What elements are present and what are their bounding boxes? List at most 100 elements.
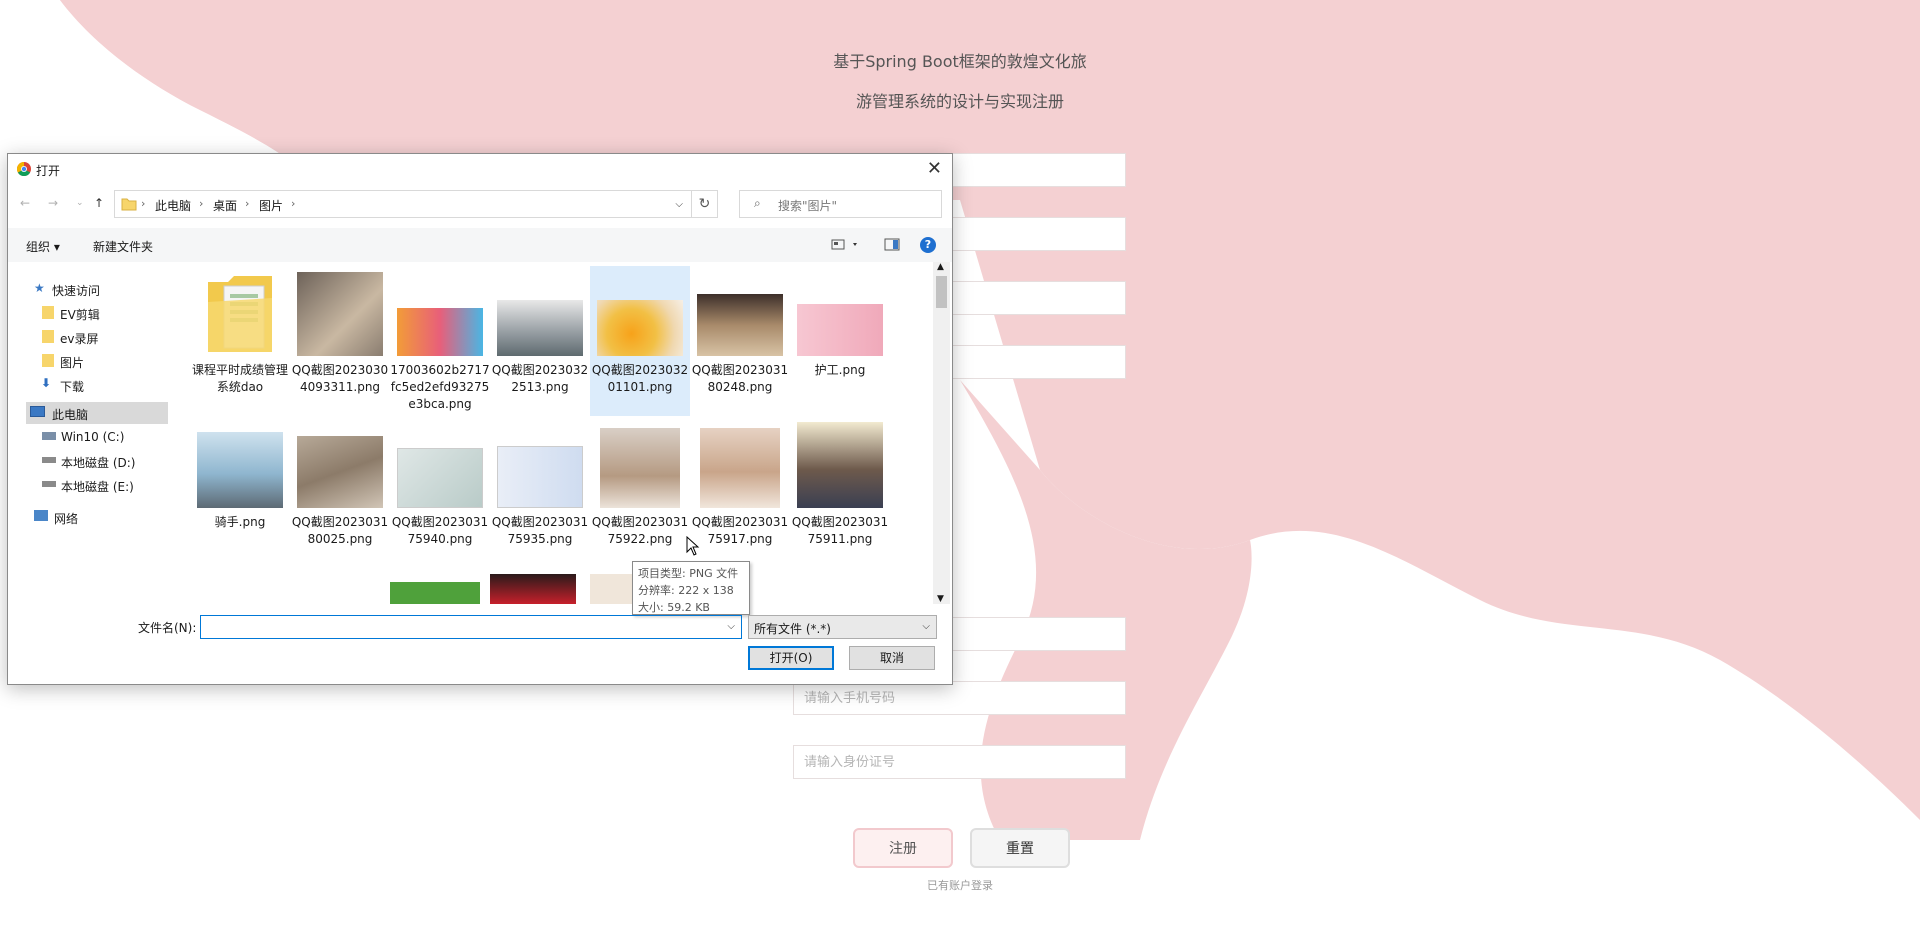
computer-icon (30, 406, 45, 417)
view-options-icon[interactable] (831, 239, 861, 251)
navigation-pane: ★ 快速访问 EV剪辑 ev录屏 图片 ⬇ 下载 此电脑 Win10 (C:) (8, 266, 168, 604)
file-name: QQ截图202303175940.png (391, 515, 489, 546)
image-thumbnail[interactable] (390, 582, 480, 604)
open-button[interactable]: 打开(O) (748, 646, 834, 670)
recent-chevron-icon[interactable]: ⌄ (76, 198, 84, 208)
image-thumbnail[interactable] (490, 574, 576, 604)
file-tooltip: 项目类型: PNG 文件 分辨率: 222 x 138 大小: 59.2 KB (632, 561, 750, 615)
download-icon: ⬇ (41, 376, 52, 390)
up-icon[interactable]: ↑ (94, 196, 104, 210)
phone-input[interactable] (793, 681, 1126, 715)
close-icon[interactable]: ✕ (927, 158, 942, 179)
nav-drive-d[interactable]: 本地磁盘 (D:) (8, 450, 168, 472)
file-name: 课程平时成绩管理系统dao (191, 363, 288, 394)
folder-icon (121, 198, 137, 211)
breadcrumb-desktop[interactable]: 桌面 (213, 197, 237, 214)
network-icon (34, 510, 48, 521)
scroll-thumb[interactable] (936, 276, 947, 308)
file-item[interactable]: QQ截图202303180025.png (290, 424, 390, 548)
image-thumbnail (297, 272, 383, 356)
search-placeholder: 搜索"图片" (778, 199, 838, 213)
file-open-dialog: 打开 ✕ ← → ⌄ ↑ › 此电脑 › 桌面 › 图片 › ⌵ ↻ ⌕ 搜索"… (7, 153, 953, 685)
cancel-button[interactable]: 取消 (849, 646, 935, 670)
file-name: QQ截图202303180248.png (691, 363, 789, 394)
file-item[interactable]: 骑手.png (190, 424, 290, 531)
scroll-up-icon[interactable]: ▲ (937, 262, 944, 272)
image-thumbnail (297, 436, 383, 508)
file-name: QQ截图202303175935.png (491, 515, 589, 546)
vertical-scrollbar[interactable]: ▲ ▼ (933, 262, 950, 604)
drive-icon (42, 457, 56, 463)
address-bar[interactable]: › 此电脑 › 桌面 › 图片 › ⌵ (114, 190, 692, 218)
image-thumbnail (197, 432, 283, 508)
file-name: QQ截图202303175911.png (791, 515, 889, 546)
dialog-toolbar: 组织 ▾ 新建文件夹 ? (8, 228, 952, 262)
search-icon: ⌕ (754, 196, 761, 210)
image-thumbnail (397, 308, 483, 356)
chevron-down-icon[interactable]: ⌵ (727, 621, 735, 632)
address-row: ← → ⌄ ↑ › 此电脑 › 桌面 › 图片 › ⌵ ↻ ⌕ 搜索"图片" (8, 188, 952, 220)
image-thumbnail (597, 300, 683, 356)
image-thumbnail (700, 428, 780, 508)
reset-button[interactable]: 重置 (970, 828, 1070, 868)
filename-input[interactable]: ⌵ (200, 615, 742, 639)
file-name: 17003602b2717fc5ed2efd93275e3bca.png (390, 363, 490, 411)
file-item[interactable]: QQ截图202303175917.png (690, 424, 790, 548)
nav-folder-downloads[interactable]: ⬇ 下载 (8, 374, 168, 396)
nav-network[interactable]: 网络 (8, 506, 168, 528)
file-item[interactable]: 课程平时成绩管理系统dao (190, 272, 290, 396)
image-thumbnail (397, 448, 483, 508)
file-item[interactable]: QQ截图202303175940.png (390, 424, 490, 548)
file-item[interactable]: QQ截图202303175922.png (590, 424, 690, 548)
address-dropdown-icon[interactable]: ⌵ (675, 199, 683, 210)
forward-icon[interactable]: → (48, 196, 58, 210)
file-item[interactable]: QQ截图20230304093311.png (290, 272, 390, 396)
file-item[interactable]: QQ截图202303175935.png (490, 424, 590, 548)
dialog-titlebar[interactable]: 打开 ✕ (8, 154, 952, 184)
file-item[interactable]: QQ截图202303175911.png (790, 422, 890, 548)
nav-folder-ev-record[interactable]: ev录屏 (8, 326, 168, 348)
refresh-icon[interactable]: ↻ (692, 190, 718, 218)
back-icon[interactable]: ← (20, 196, 30, 210)
file-item[interactable]: QQ截图202303180248.png (690, 272, 790, 396)
file-name: QQ截图20230304093311.png (291, 363, 389, 394)
page-title-line2: 游管理系统的设计与实现注册 (855, 92, 1064, 111)
file-item[interactable]: 护工.png (790, 272, 890, 379)
scroll-down-icon[interactable]: ▼ (937, 594, 944, 604)
tooltip-type: 项目类型: PNG 文件 (638, 567, 739, 580)
preview-pane-icon[interactable] (884, 238, 900, 251)
mouse-cursor-icon (686, 536, 700, 556)
file-item[interactable]: QQ截图20230322513.png (490, 272, 590, 396)
nav-folder-ev-edit[interactable]: EV剪辑 (8, 302, 168, 324)
file-name: 骑手.png (214, 515, 266, 529)
file-name: QQ截图202303201101.png (591, 363, 689, 394)
search-box[interactable]: ⌕ 搜索"图片" (739, 190, 942, 218)
breadcrumb-separator: › (291, 197, 296, 210)
nav-folder-pictures[interactable]: 图片 (8, 350, 168, 372)
nav-this-pc[interactable]: 此电脑 (26, 402, 168, 424)
nav-drive-e[interactable]: 本地磁盘 (E:) (8, 474, 168, 496)
breadcrumb-separator: › (199, 197, 204, 210)
login-link[interactable]: 已有账户登录 (900, 877, 1020, 893)
folder-icon (208, 276, 272, 352)
breadcrumb-pictures[interactable]: 图片 (259, 197, 283, 214)
new-folder-button[interactable]: 新建文件夹 (93, 238, 153, 255)
filename-label: 文件名(N): (138, 621, 197, 635)
idcard-input[interactable] (793, 745, 1126, 779)
breadcrumb-this-pc[interactable]: 此电脑 (155, 197, 191, 214)
file-name: 护工.png (814, 363, 866, 377)
drive-icon (42, 432, 56, 440)
folder-icon (42, 306, 54, 319)
file-item-selected[interactable]: QQ截图202303201101.png (590, 266, 690, 416)
image-thumbnail (497, 300, 583, 356)
folder-icon (42, 330, 54, 343)
organize-button[interactable]: 组织 ▾ (26, 238, 60, 255)
breadcrumb-separator: › (141, 197, 146, 210)
nav-quick-access[interactable]: ★ 快速访问 (8, 278, 168, 300)
filetype-select[interactable]: 所有文件 (*.*) ⌵ (748, 615, 937, 639)
nav-drive-c[interactable]: Win10 (C:) (8, 426, 168, 448)
tooltip-resolution: 分辨率: 222 x 138 (638, 584, 734, 597)
register-button[interactable]: 注册 (853, 828, 953, 868)
file-item[interactable]: 17003602b2717fc5ed2efd93275e3bca.png (390, 272, 490, 413)
help-icon[interactable]: ? (920, 237, 936, 253)
